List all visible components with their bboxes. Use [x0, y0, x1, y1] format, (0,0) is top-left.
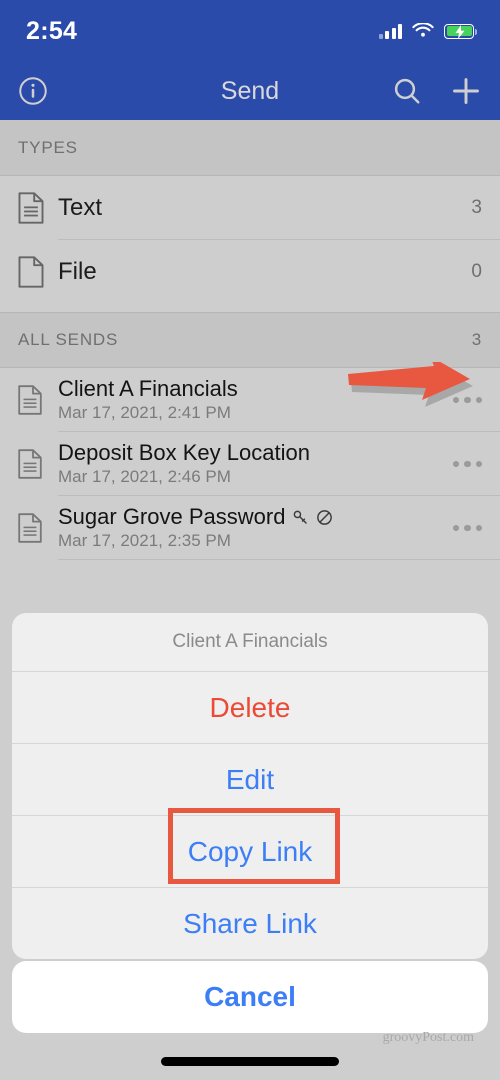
home-indicator[interactable] [161, 1057, 339, 1066]
more-options-icon[interactable] [452, 460, 482, 468]
key-icon [294, 510, 308, 524]
disabled-circle-slash-icon [317, 510, 333, 526]
action-sheet: Client A Financials Delete Edit Copy Lin… [12, 613, 488, 959]
action-sheet-share-link-button[interactable]: Share Link [12, 887, 488, 959]
section-header-types: TYPES [0, 120, 500, 176]
text-document-icon [18, 385, 58, 415]
text-document-icon [18, 513, 58, 543]
status-bar-indicators [378, 23, 477, 39]
search-icon[interactable] [392, 76, 422, 106]
phone-screen: 2:54 Send TYPES Text 3 File 0 ALL SENDS … [0, 0, 500, 1080]
type-row-file[interactable]: File 0 [0, 240, 500, 304]
send-list-item[interactable]: Sugar Grove Password Mar 17, 2021, 2:35 … [0, 496, 500, 560]
action-sheet-cancel-button[interactable]: Cancel [12, 961, 488, 1033]
section-header-all-sends: ALL SENDS 3 [0, 312, 500, 368]
section-header-types-label: TYPES [18, 137, 78, 157]
wifi-icon [412, 23, 434, 37]
type-row-file-label: File [58, 258, 97, 285]
send-item-title: Sugar Grove Password [58, 504, 286, 530]
text-document-icon [18, 449, 58, 479]
cellular-signal-icon [378, 23, 402, 39]
send-item-date: Mar 17, 2021, 2:46 PM [58, 467, 231, 487]
action-sheet-edit-button[interactable]: Edit [12, 743, 488, 815]
action-sheet-delete-button[interactable]: Delete [12, 671, 488, 743]
more-options-icon[interactable] [452, 396, 482, 404]
status-bar-clock: 2:54 [26, 16, 78, 45]
battery-charging-icon [444, 23, 477, 39]
type-row-text[interactable]: Text 3 [0, 176, 500, 240]
watermark: groovyPost.com [382, 1030, 474, 1045]
send-item-title: Deposit Box Key Location [58, 440, 310, 466]
navigation-bar: Send [0, 62, 500, 120]
send-item-date: Mar 17, 2021, 2:41 PM [58, 403, 231, 423]
status-bar: 2:54 [0, 0, 500, 62]
send-item-date: Mar 17, 2021, 2:35 PM [58, 531, 231, 551]
section-header-all-sends-count: 3 [471, 330, 482, 349]
section-header-all-sends-label: ALL SENDS [18, 330, 119, 349]
type-row-file-count: 0 [471, 261, 482, 282]
text-document-icon [18, 192, 58, 224]
type-row-text-label: Text [58, 194, 103, 221]
more-options-icon[interactable] [452, 524, 482, 532]
action-sheet-copy-link-button[interactable]: Copy Link [12, 815, 488, 887]
send-list-item[interactable]: Deposit Box Key Location Mar 17, 2021, 2… [0, 432, 500, 496]
plus-icon[interactable] [450, 75, 482, 107]
info-circle-icon[interactable] [18, 76, 48, 106]
action-sheet-title: Client A Financials [172, 631, 328, 652]
send-item-title: Client A Financials [58, 376, 238, 402]
type-row-text-count: 3 [471, 197, 482, 218]
blank-file-icon [18, 256, 58, 288]
send-list-item[interactable]: Client A Financials Mar 17, 2021, 2:41 P… [0, 368, 500, 432]
